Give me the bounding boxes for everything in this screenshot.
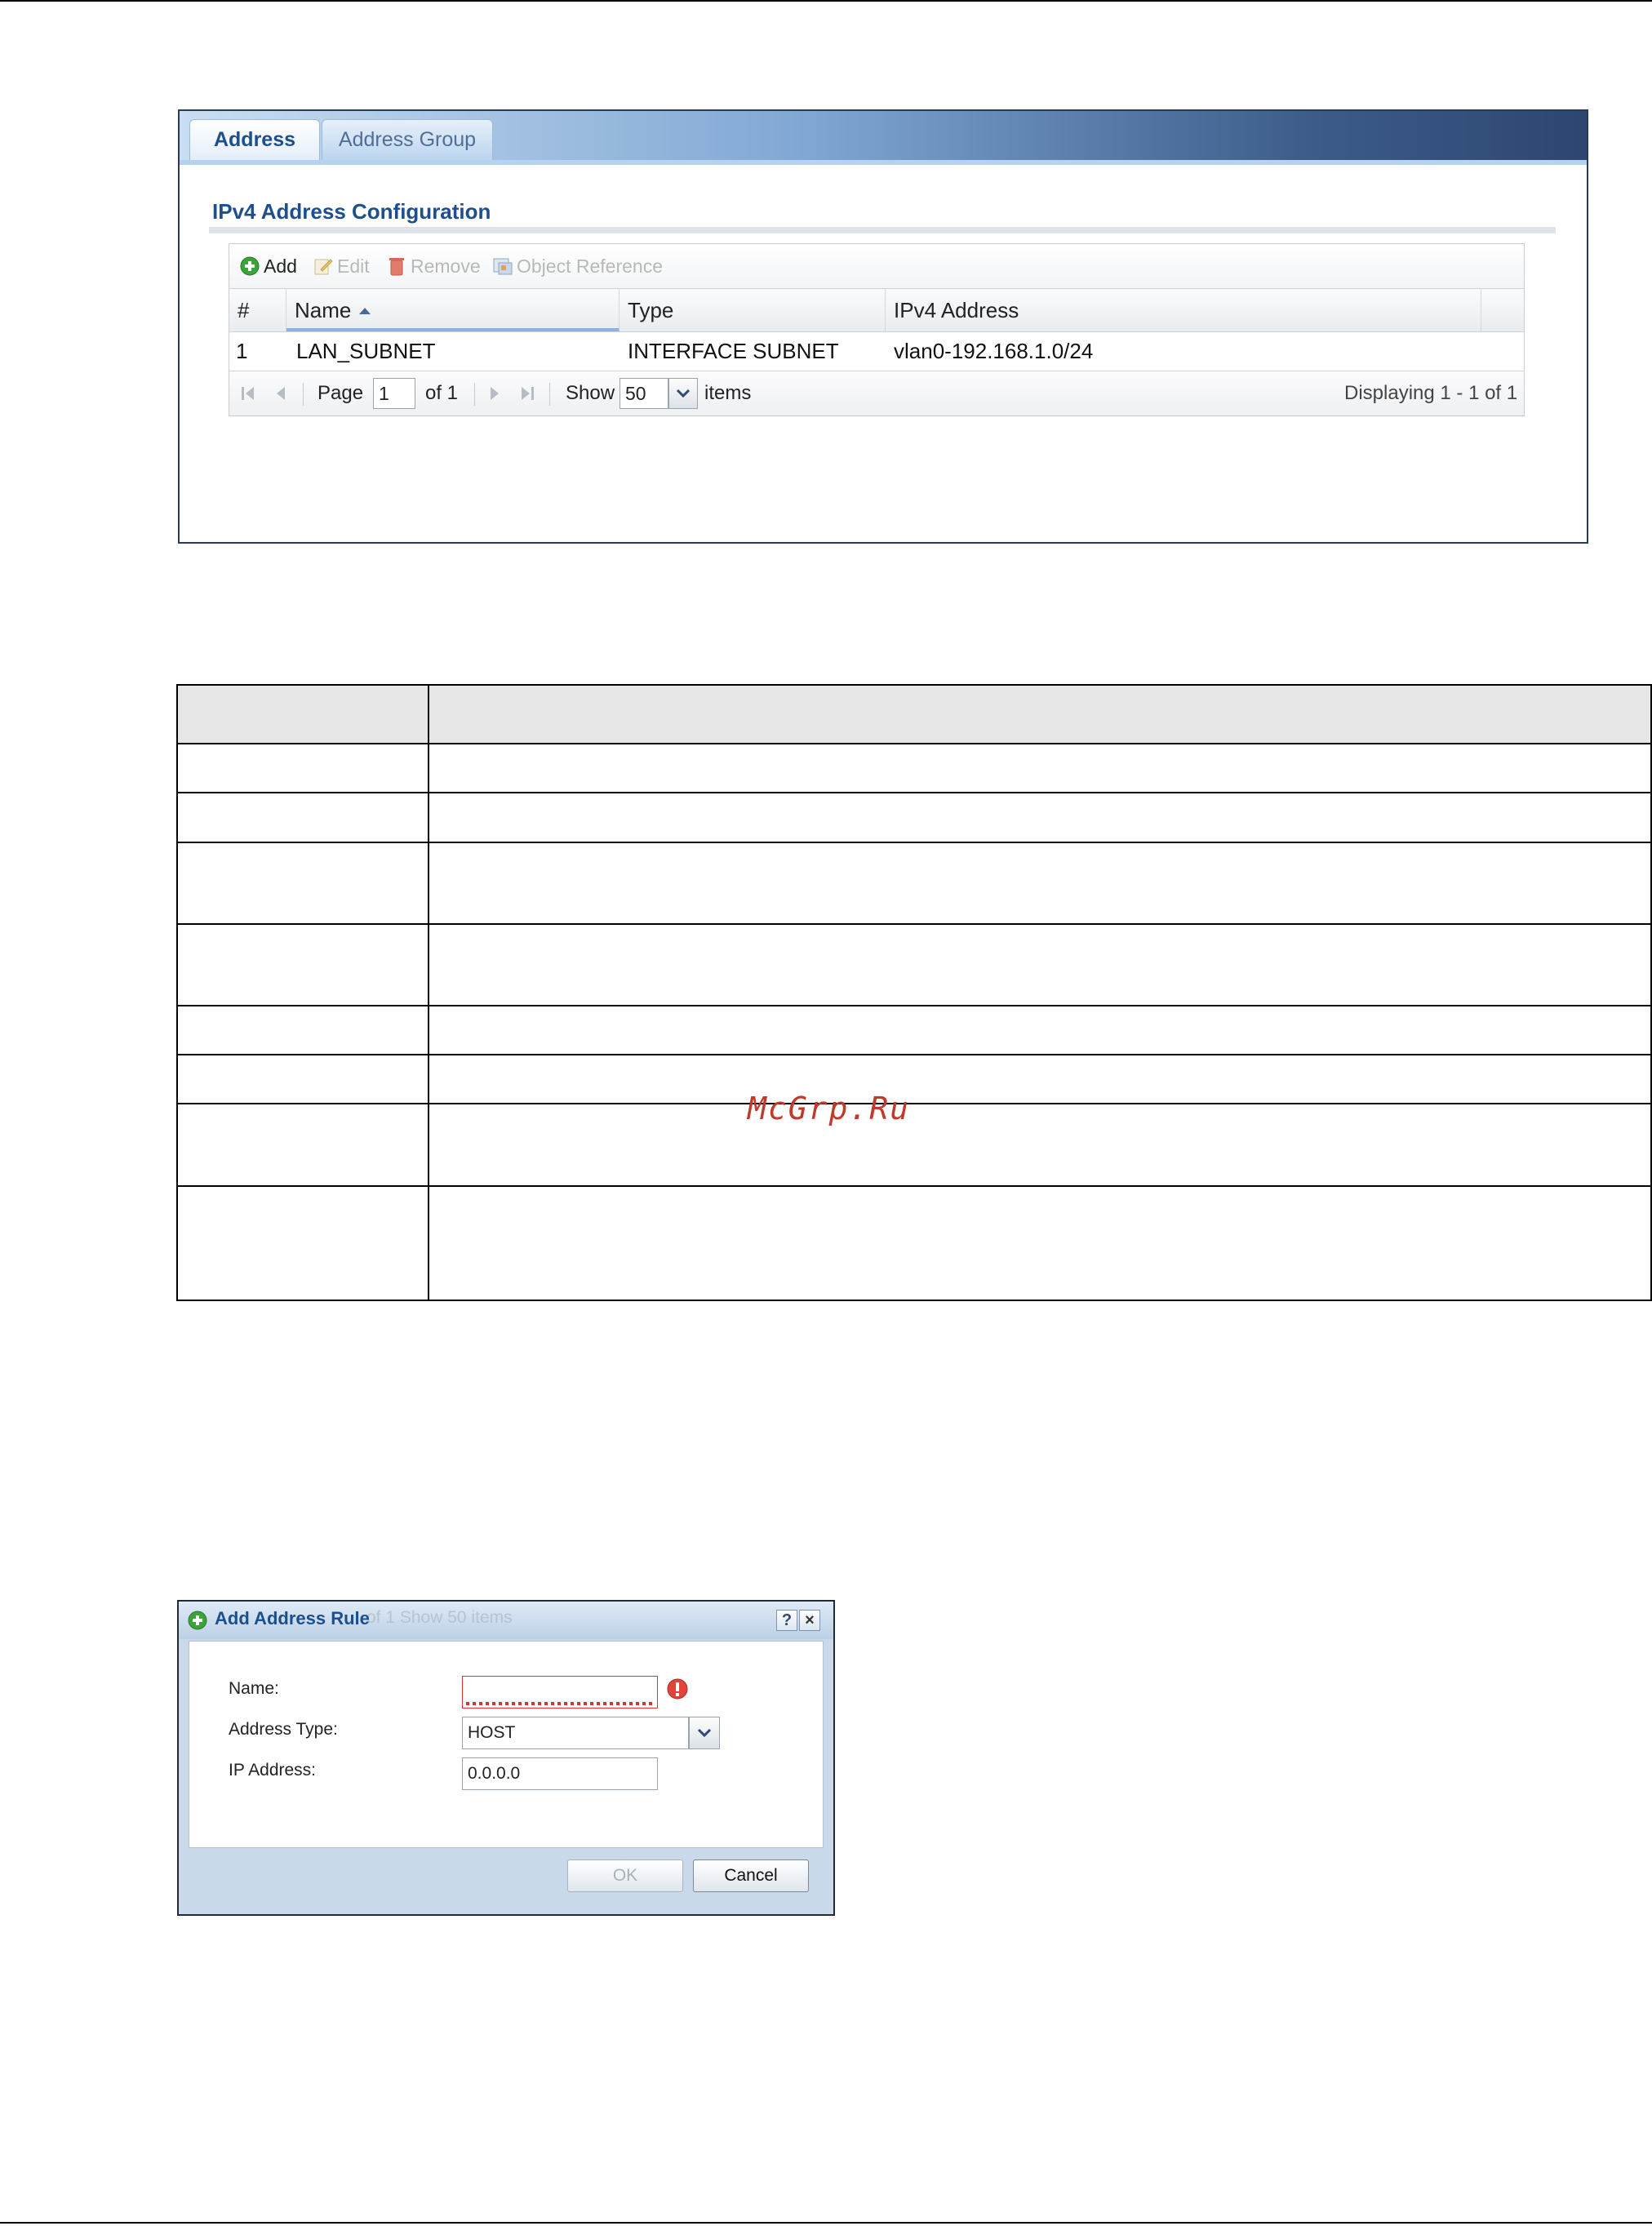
field-description-table [176,683,1652,1302]
edit-button[interactable]: Edit [313,254,370,278]
chevron-down-icon [697,1728,712,1738]
ip-address-field[interactable]: 0.0.0.0 [462,1757,658,1790]
page-number-input[interactable]: 1 [373,378,415,409]
table-row [176,841,1652,925]
page-top-rule [0,0,1652,2]
column-header-ipv4-address[interactable]: IPv4 Address [886,289,1481,331]
column-header-name-label: Name [295,298,352,322]
page-bottom-rule [0,2222,1652,2224]
add-icon [188,1611,207,1630]
chevron-down-icon [676,389,691,398]
edit-icon [314,259,333,275]
name-field[interactable] [462,1676,658,1708]
column-header-number[interactable]: # [229,289,286,331]
background-ghost-text: of 1 Show 50 items [366,1608,513,1627]
edit-label: Edit [337,255,370,277]
page-size-select[interactable]: 50 [620,378,668,409]
dialog-body: Name: Address Type: HOST IP Address: 0.0… [189,1641,824,1848]
watermark: McGrp.Ru [748,1091,911,1126]
table-row [176,1184,1652,1302]
column-header-filler [1481,289,1524,331]
table-row [176,922,1652,1007]
remove-icon [389,258,404,276]
table-row[interactable]: 1 LAN_SUBNET INTERFACE SUBNET vlan0-192.… [229,332,1524,371]
address-type-dropdown-button[interactable] [689,1717,720,1749]
row-number: 1 [236,339,248,363]
object-reference-label: Object Reference [517,255,663,277]
tab-address-group[interactable]: Address Group [322,119,493,160]
page-label: Page [318,382,364,404]
dialog-title: Add Address Rule [215,1608,370,1628]
name-label: Name: [229,1679,279,1698]
section-title: IPv4 Address Configuration [212,199,491,224]
page-count-label: of 1 [425,382,459,404]
add-button[interactable]: Add [239,254,297,278]
ip-address-label: IP Address: [229,1761,317,1779]
pager: Page 1 of 1 Show 50 items Displaying 1 -… [229,371,1524,415]
help-button[interactable]: ? [776,1610,797,1631]
address-grid: Add Edit Remove Object Reference # Name … [229,243,1525,416]
table-header-row [176,683,1652,745]
previous-page-icon[interactable] [272,384,290,402]
row-type: INTERFACE SUBNET [628,339,839,363]
cancel-button[interactable]: Cancel [693,1859,809,1892]
table-row [176,1054,1652,1105]
address-type-label: Address Type: [229,1720,338,1739]
sort-ascending-icon [359,308,371,314]
show-label: Show [566,382,615,404]
add-label: Add [264,255,297,277]
address-screen: Address Address Group IPv4 Address Confi… [178,109,1588,544]
displaying-summary: Displaying 1 - 1 of 1 [1344,382,1518,404]
table-row [176,743,1652,794]
grid-header: # Name Type IPv4 Address [229,288,1524,332]
remove-button[interactable]: Remove [386,254,481,278]
grid-toolbar: Add Edit Remove Object Reference [229,244,1524,288]
column-header-type[interactable]: Type [620,289,886,331]
first-page-icon[interactable] [239,384,257,402]
tab-address[interactable]: Address [189,119,320,160]
row-ipv4-address: vlan0-192.168.1.0/24 [894,339,1094,363]
add-icon [240,256,260,276]
object-reference-button[interactable]: Object Reference [492,254,663,278]
ok-button[interactable]: OK [567,1859,683,1892]
remove-label: Remove [411,255,481,277]
address-type-select[interactable]: HOST [462,1717,689,1749]
object-reference-icon [493,258,513,275]
table-row [176,1005,1652,1056]
page-size-dropdown-button[interactable] [668,378,698,409]
section-divider [209,227,1556,233]
table-row [176,1103,1652,1187]
row-name: LAN_SUBNET [296,339,436,363]
column-header-name[interactable]: Name [286,289,620,331]
table-row [176,792,1652,843]
error-icon [667,1678,688,1699]
add-address-rule-dialog: of 1 Show 50 items Add Address Rule ? × … [177,1600,835,1916]
last-page-icon[interactable] [518,384,536,402]
close-button[interactable]: × [799,1610,820,1631]
items-label: items [704,382,752,404]
next-page-icon[interactable] [486,384,504,402]
